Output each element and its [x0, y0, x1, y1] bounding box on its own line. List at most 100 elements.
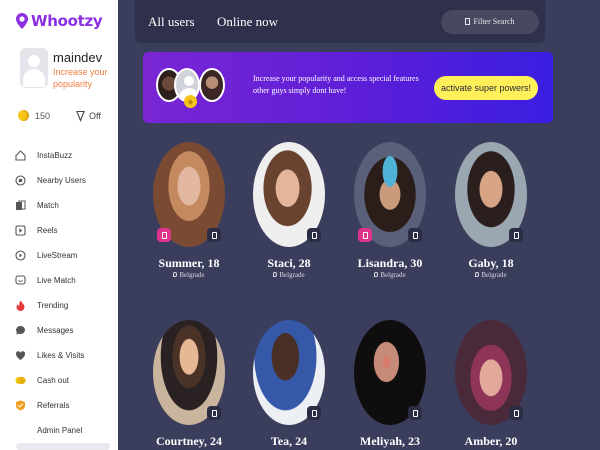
location-pin-icon: [173, 272, 178, 277]
user-location-text: Belgrade: [279, 271, 305, 279]
sidebar-item-label: LiveStream: [37, 251, 78, 260]
location-icon: [15, 175, 26, 186]
avatar[interactable]: [20, 48, 48, 88]
sidebar-item-label: Messages: [37, 326, 74, 335]
shield-badge-icon: ◆: [184, 95, 197, 108]
user-location-text: Belgrade: [380, 271, 406, 279]
filter-search-button[interactable]: Filter Search: [441, 10, 539, 34]
user-name: Meliyah, 23: [360, 434, 420, 448]
user-name: Tea, 24: [270, 434, 308, 448]
story-icon[interactable]: [358, 228, 372, 242]
heart-icon: [15, 350, 26, 361]
profile-action-icon[interactable]: [307, 406, 321, 420]
sidebar-item-nearby-users[interactable]: Nearby Users: [15, 168, 118, 193]
profile-action-icon[interactable]: [307, 228, 321, 242]
sidebar: Whootzy maindev Increase your popularity…: [0, 0, 118, 450]
activate-super-powers-button[interactable]: activate super powers!: [434, 76, 538, 100]
sidebar-item-messages[interactable]: Messages: [15, 318, 118, 343]
play-icon: [15, 225, 26, 236]
sidebar-item-admin-panel[interactable]: Admin Panel: [15, 418, 118, 443]
user-card[interactable]: Lisandra, 30 Belgrade: [354, 142, 430, 279]
sidebar-item-match[interactable]: Match: [15, 193, 118, 218]
user-location-text: Belgrade: [179, 271, 205, 279]
profile-action-icon[interactable]: [207, 228, 221, 242]
sidebar-item-label: Reels: [37, 226, 58, 235]
sidebar-item-label: Nearby Users: [37, 176, 86, 185]
admin-icon-placeholder: [15, 425, 26, 436]
profile-action-icon[interactable]: [207, 406, 221, 420]
sidebar-item-cash-out[interactable]: Cash out: [15, 368, 118, 393]
fire-icon: [15, 300, 26, 311]
sidebar-item-label: Cash out: [37, 376, 70, 385]
user-location: Belgrade: [141, 271, 237, 279]
avatar-placeholder-body: [23, 69, 45, 87]
user-card[interactable]: Summer, 18 Belgrade: [153, 142, 229, 279]
coin-icon: [18, 110, 29, 121]
user-card[interactable]: Gaby, 18 Belgrade: [455, 142, 531, 279]
user-card[interactable]: Tea, 24: [253, 320, 329, 448]
sidebar-nav: InstaBuzz Nearby Users Match Reels LiveS…: [15, 143, 118, 443]
location-pin-icon: [273, 272, 278, 277]
user-location: Belgrade: [443, 271, 539, 279]
user-card[interactable]: Staci, 28 Belgrade: [253, 142, 329, 279]
sidebar-bottom-widget[interactable]: [16, 443, 110, 450]
user-name: Summer, 18: [158, 256, 220, 270]
tab-online-now[interactable]: Online now: [217, 14, 278, 30]
user-profile[interactable]: maindev Increase your popularity: [20, 48, 115, 98]
message-icon: [15, 325, 26, 336]
tab-all-users[interactable]: All users: [148, 14, 195, 30]
filter-icon: [465, 18, 471, 25]
sidebar-item-likes-visits[interactable]: Likes & Visits: [15, 343, 118, 368]
sidebar-item-label: Likes & Visits: [37, 351, 85, 360]
profile-action-icon[interactable]: [408, 228, 422, 242]
user-location: Belgrade: [342, 271, 438, 279]
sidebar-item-label: Referrals: [37, 401, 70, 410]
sidebar-item-label: Live Match: [37, 276, 76, 285]
sidebar-item-trending[interactable]: Trending: [15, 293, 118, 318]
sidebar-item-label: Trending: [37, 301, 69, 310]
broadcast-icon: [15, 250, 26, 261]
user-name: Amber, 20: [464, 434, 518, 448]
top-bar: All users Online now Filter Search: [135, 0, 545, 43]
logo-pin-icon: [16, 13, 28, 29]
sidebar-item-label: InstaBuzz: [37, 151, 73, 160]
user-card[interactable]: Amber, 20: [455, 320, 531, 448]
promo-text: Increase your popularity and access spec…: [253, 74, 419, 95]
sidebar-item-label: Admin Panel: [37, 426, 83, 435]
user-card[interactable]: Meliyah, 23: [354, 320, 430, 448]
coin-balance[interactable]: 150: [35, 111, 50, 121]
sidebar-item-instabuzz[interactable]: InstaBuzz: [15, 143, 118, 168]
story-icon[interactable]: [157, 228, 171, 242]
profile-action-icon[interactable]: [408, 406, 422, 420]
user-location: Belgrade: [241, 271, 337, 279]
avatar-placeholder-head: [28, 55, 40, 67]
sidebar-item-live-match[interactable]: Live Match: [15, 268, 118, 293]
user-card[interactable]: Courtney, 24: [153, 320, 229, 448]
profile-action-icon[interactable]: [509, 228, 523, 242]
popularity-link[interactable]: Increase your popularity: [53, 66, 123, 90]
sidebar-item-referrals[interactable]: Referrals: [15, 393, 118, 418]
user-location-text: Belgrade: [481, 271, 507, 279]
user-name: Staci, 28: [267, 256, 311, 270]
promo-banner: ◆ Increase your popularity and access sp…: [143, 52, 553, 123]
profile-action-icon[interactable]: [509, 406, 523, 420]
app-logo[interactable]: Whootzy: [16, 10, 103, 32]
cards-icon: [15, 200, 26, 211]
sidebar-item-livestream[interactable]: LiveStream: [15, 243, 118, 268]
promo-avatar-3: [199, 68, 225, 102]
coins-icon: [15, 375, 26, 386]
boost-icon: [76, 110, 85, 122]
logo-text: Whootzy: [31, 12, 103, 30]
filter-search-label: Filter Search: [473, 17, 515, 26]
boost-status[interactable]: Off: [89, 111, 101, 121]
sidebar-item-label: Match: [37, 201, 59, 210]
home-icon: [15, 150, 26, 161]
location-pin-icon: [475, 272, 480, 277]
shield-icon: [15, 400, 26, 411]
user-name: Lisandra, 30: [357, 256, 423, 270]
user-stats: 150 Off: [18, 108, 113, 124]
username: maindev: [53, 50, 103, 65]
user-name: Courtney, 24: [156, 434, 222, 448]
sidebar-item-reels[interactable]: Reels: [15, 218, 118, 243]
user-name: Gaby, 18: [468, 256, 514, 270]
